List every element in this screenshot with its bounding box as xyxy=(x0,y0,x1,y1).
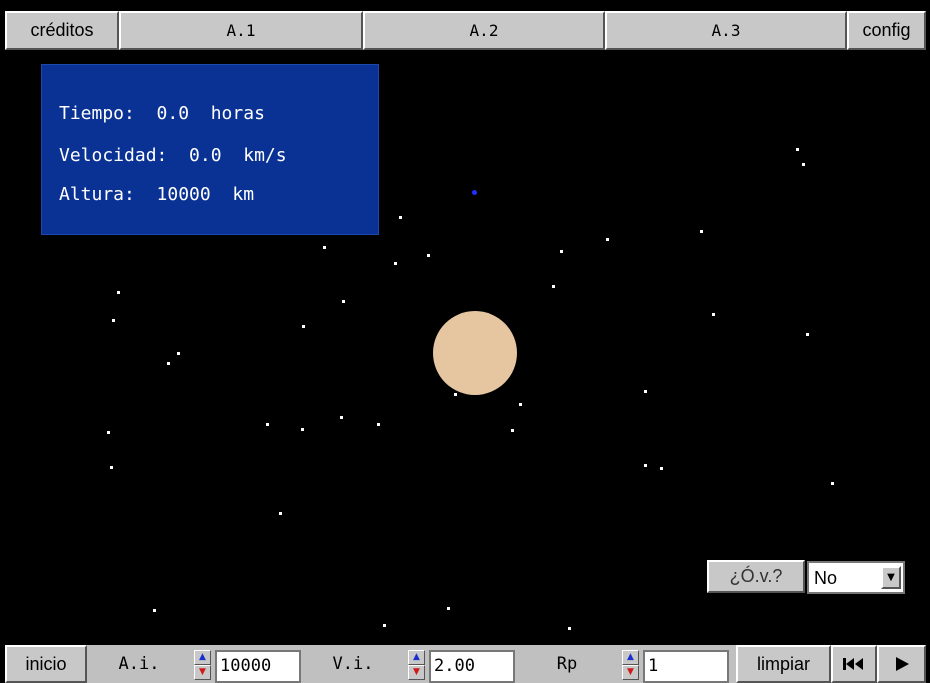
star xyxy=(323,246,326,249)
star xyxy=(177,352,180,355)
rp-input[interactable]: 1 xyxy=(643,650,729,683)
rp-stepper[interactable]: ▲ ▼ xyxy=(622,650,639,680)
velocity-readout: Velocidad: 0.0 km/s xyxy=(59,145,287,166)
clear-button[interactable]: limpiar xyxy=(736,645,831,683)
rp-label: Rp xyxy=(556,654,578,674)
triangle-up-icon[interactable]: ▲ xyxy=(408,650,425,665)
star xyxy=(427,254,430,257)
satellite xyxy=(472,190,477,195)
star xyxy=(560,250,563,253)
initial-velocity-stepper[interactable]: ▲ ▼ xyxy=(408,650,425,680)
star xyxy=(552,285,555,288)
star xyxy=(167,362,170,365)
star xyxy=(644,464,647,467)
orbit-option-value: No xyxy=(814,568,838,588)
star xyxy=(796,148,799,151)
rewind-icon xyxy=(843,658,863,670)
star xyxy=(342,300,345,303)
star xyxy=(644,390,647,393)
star xyxy=(110,466,113,469)
star xyxy=(806,333,809,336)
star xyxy=(383,624,386,627)
config-button[interactable]: config xyxy=(847,11,926,50)
star xyxy=(802,163,805,166)
orbit-option-select[interactable]: No ▼ xyxy=(807,561,905,594)
orbit-option-label: ¿Ó.v.? xyxy=(707,560,805,593)
tab-a2[interactable]: A.2 xyxy=(363,11,605,50)
star xyxy=(301,428,304,431)
play-button[interactable] xyxy=(877,645,926,683)
star xyxy=(153,609,156,612)
start-button[interactable]: inicio xyxy=(5,645,87,683)
star xyxy=(454,393,457,396)
star xyxy=(568,627,571,630)
star xyxy=(107,431,110,434)
star xyxy=(447,607,450,610)
star xyxy=(302,325,305,328)
star xyxy=(394,262,397,265)
star xyxy=(712,313,715,316)
star xyxy=(279,512,282,515)
triangle-down-icon[interactable]: ▼ xyxy=(408,665,425,680)
star xyxy=(399,216,402,219)
rewind-button[interactable] xyxy=(831,645,877,683)
initial-velocity-label: V.i. xyxy=(332,654,374,674)
star xyxy=(700,230,703,233)
star xyxy=(511,429,514,432)
star xyxy=(266,423,269,426)
chevron-down-icon[interactable]: ▼ xyxy=(881,566,901,589)
star xyxy=(606,238,609,241)
initial-altitude-stepper[interactable]: ▲ ▼ xyxy=(194,650,211,680)
tab-a1[interactable]: A.1 xyxy=(119,11,363,50)
star xyxy=(340,416,343,419)
initial-altitude-label: A.i. xyxy=(118,654,160,674)
planet xyxy=(433,311,517,395)
credits-button[interactable]: créditos xyxy=(5,11,119,50)
tab-a3[interactable]: A.3 xyxy=(605,11,847,50)
star xyxy=(660,467,663,470)
play-icon xyxy=(895,657,909,671)
bottom-control-bar: inicio A.i. ▲ ▼ 10000 V.i. ▲ ▼ 2.00 Rp ▲… xyxy=(5,645,926,683)
top-menu-bar: créditos A.1 A.2 A.3 config xyxy=(5,11,926,50)
triangle-up-icon[interactable]: ▲ xyxy=(194,650,211,665)
star xyxy=(377,423,380,426)
star xyxy=(519,403,522,406)
info-panel: Tiempo: 0.0 horas Velocidad: 0.0 km/s Al… xyxy=(41,64,379,235)
initial-velocity-input[interactable]: 2.00 xyxy=(429,650,515,683)
triangle-down-icon[interactable]: ▼ xyxy=(622,665,639,680)
star xyxy=(117,291,120,294)
star xyxy=(831,482,834,485)
star xyxy=(112,319,115,322)
triangle-up-icon[interactable]: ▲ xyxy=(622,650,639,665)
altitude-readout: Altura: 10000 km xyxy=(59,184,255,205)
initial-altitude-input[interactable]: 10000 xyxy=(215,650,301,683)
time-readout: Tiempo: 0.0 horas xyxy=(59,103,265,124)
triangle-down-icon[interactable]: ▼ xyxy=(194,665,211,680)
